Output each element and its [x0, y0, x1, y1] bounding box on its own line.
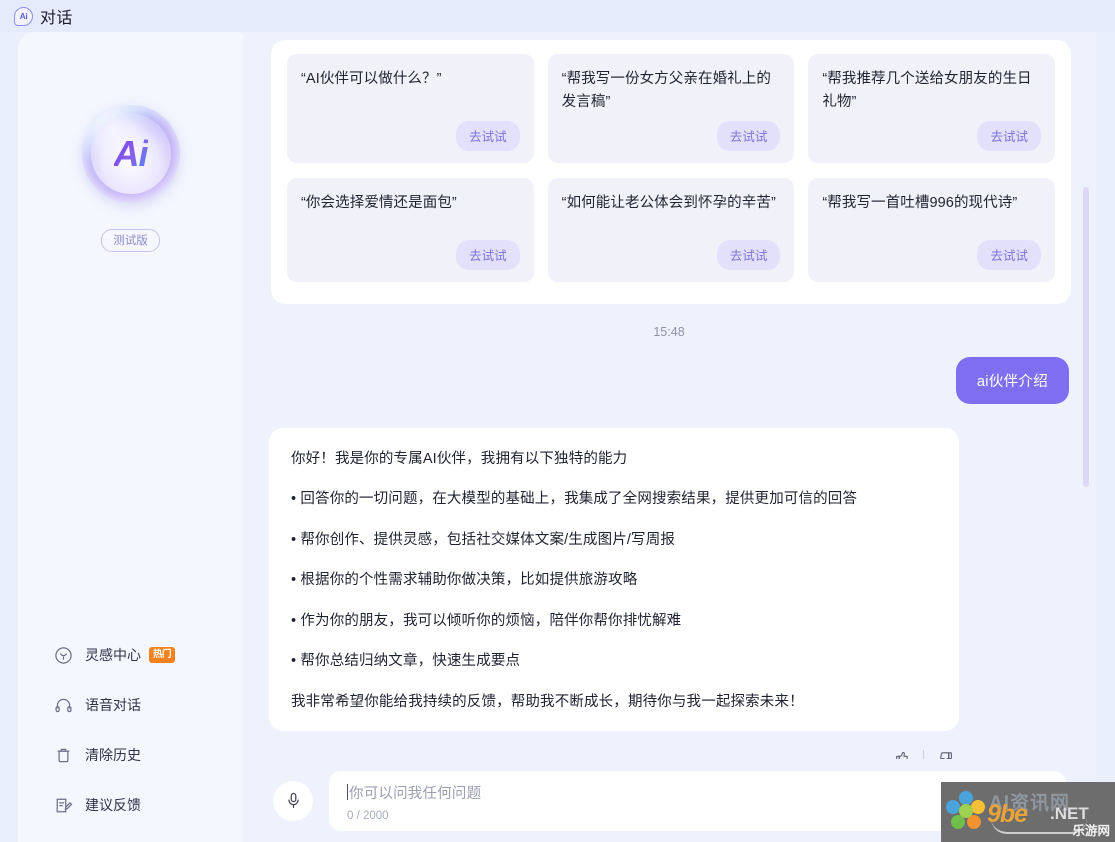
chat-main: “AI伙伴可以做什么？” 去试试 “帮我写一份女方父亲在婚礼上的发言稿” 去试试…	[243, 32, 1096, 842]
ai-message-line: • 回答你的一切问题，在大模型的基础上，我集成了全网搜索结果，提供更加可信的回答	[291, 491, 858, 508]
text-caret	[347, 784, 348, 800]
flower-logo-icon	[945, 791, 987, 833]
suggestion-card[interactable]: “AI伙伴可以做什么？” 去试试	[287, 54, 534, 163]
ai-message-line: 你好！我是你的专属AI伙伴，我拥有以下独特的能力	[291, 450, 628, 467]
ai-message-line: • 帮你总结归纳文章，快速生成要点	[291, 653, 521, 670]
ai-message-line: • 作为你的朋友，我可以倾听你的烦恼，陪伴你帮你排忧解难	[291, 612, 682, 629]
user-message-row: ai伙伴介绍	[269, 356, 1069, 404]
ai-message-bubble: 你好！我是你的专属AI伙伴，我拥有以下独特的能力 • 回答你的一切问题，在大模型…	[269, 427, 959, 732]
edit-note-icon	[54, 796, 73, 815]
user-message-bubble: ai伙伴介绍	[955, 356, 1069, 404]
suggestion-text: “帮我写一首吐槽996的现代诗”	[822, 194, 1018, 211]
lightbulb-icon	[54, 646, 73, 665]
headphones-icon	[54, 696, 73, 715]
sidebar-item-clear-history[interactable]: 清除历史	[54, 730, 243, 780]
suggestion-text: “AI伙伴可以做什么？”	[301, 71, 442, 87]
message-timestamp: 15:48	[653, 324, 685, 339]
ai-sphere-label: Ai	[113, 133, 149, 174]
sidebar-item-label: 灵感中心	[85, 647, 141, 663]
ai-message-line: • 根据你的个性需求辅助你做决策，比如提供旅游攻略	[291, 572, 638, 589]
suggestion-card[interactable]: “帮我写一份女方父亲在婚礼上的发言稿” 去试试	[547, 54, 795, 163]
ai-sphere-logo-icon: Ai	[81, 105, 180, 203]
sidebar-item-voice-chat[interactable]: 语音对话	[54, 680, 243, 730]
suggestion-card[interactable]: “你会选择爱情还是面包” 去试试	[287, 177, 534, 282]
chat-scroll-area[interactable]: “AI伙伴可以做什么？” 去试试 “帮我写一份女方父亲在婚礼上的发言稿” 去试试…	[243, 32, 1096, 765]
suggestion-text: “帮我推荐几个送给女朋友的生日礼物”	[822, 71, 1032, 111]
watermark-subtitle: 乐游网	[1072, 824, 1110, 838]
ai-bubble-icon: Ai	[14, 6, 33, 26]
window-titlebar: Ai 对话	[0, 0, 1115, 32]
vertical-scrollbar[interactable]	[1083, 187, 1089, 487]
suggestion-text: “如何能让老公体会到怀孕的辛苦”	[561, 194, 776, 211]
sidebar-item-label: 建议反馈	[85, 797, 141, 813]
sidebar-item-label: 语音对话	[85, 697, 141, 713]
suggestion-card[interactable]: “帮我推荐几个送给女朋友的生日礼物” 去试试	[808, 54, 1055, 163]
sidebar-menu: 灵感中心 热门 语音对话 清除历史 建议反馈	[18, 630, 243, 830]
sidebar-brand: Ai 测试版	[18, 105, 243, 252]
chat-app-window: Ai 对话 Ai 测试版 灵感中心 热门 语音对话 清除历史 建议反馈 “AI伙…	[0, 0, 1115, 842]
try-it-button[interactable]: 去试试	[456, 120, 520, 151]
beta-badge: 测试版	[101, 229, 160, 252]
ai-message-line: • 帮你创作、提供灵感，包括社交媒体文案/生成图片/写周报	[291, 531, 676, 548]
try-it-button[interactable]: 去试试	[977, 120, 1041, 151]
sidebar-item-label: 清除历史	[85, 747, 141, 763]
try-it-button[interactable]: 去试试	[456, 239, 520, 270]
try-it-button[interactable]: 去试试	[716, 239, 781, 270]
ai-message-line: 我非常希望你能给我持续的反馈，帮助我不断成长，期待你与我一起探索未来！	[291, 693, 804, 710]
suggestion-text: “你会选择爱情还是面包”	[301, 194, 457, 211]
suggestion-card[interactable]: “如何能让老公体会到怀孕的辛苦” 去试试	[547, 177, 795, 282]
watermark-text-group: AI资讯网 9be .NET 乐游网	[987, 782, 1115, 842]
try-it-button[interactable]: 去试试	[977, 239, 1041, 270]
search-input-placeholder: 你可以问我任何问题	[349, 785, 482, 802]
ai-message-row: 你好！我是你的专属AI伙伴，我拥有以下独特的能力 • 回答你的一切问题，在大模型…	[269, 427, 1069, 771]
microphone-icon[interactable]	[273, 780, 313, 821]
watermark-overlay: AI资讯网 9be .NET 乐游网	[941, 782, 1115, 842]
page-title: 对话	[40, 10, 73, 27]
sidebar-item-inspiration[interactable]: 灵感中心 热门	[54, 630, 243, 680]
sidebar-item-feedback[interactable]: 建议反馈	[54, 780, 243, 830]
trash-icon	[54, 746, 73, 765]
sidebar: Ai 测试版 灵感中心 热门 语音对话 清除历史 建议反馈	[18, 32, 243, 842]
suggestion-grid: “AI伙伴可以做什么？” 去试试 “帮我写一份女方父亲在婚礼上的发言稿” 去试试…	[287, 54, 1055, 282]
ai-bubble-label: Ai	[19, 10, 28, 21]
suggestion-text: “帮我写一份女方父亲在婚礼上的发言稿”	[561, 71, 771, 111]
suggestion-panel: “AI伙伴可以做什么？” 去试试 “帮我写一份女方父亲在婚礼上的发言稿” 去试试…	[271, 40, 1071, 304]
suggestion-card[interactable]: “帮我写一首吐槽996的现代诗” 去试试	[808, 177, 1055, 282]
status-badge: 热门	[149, 646, 176, 664]
try-it-button[interactable]: 去试试	[716, 120, 781, 151]
